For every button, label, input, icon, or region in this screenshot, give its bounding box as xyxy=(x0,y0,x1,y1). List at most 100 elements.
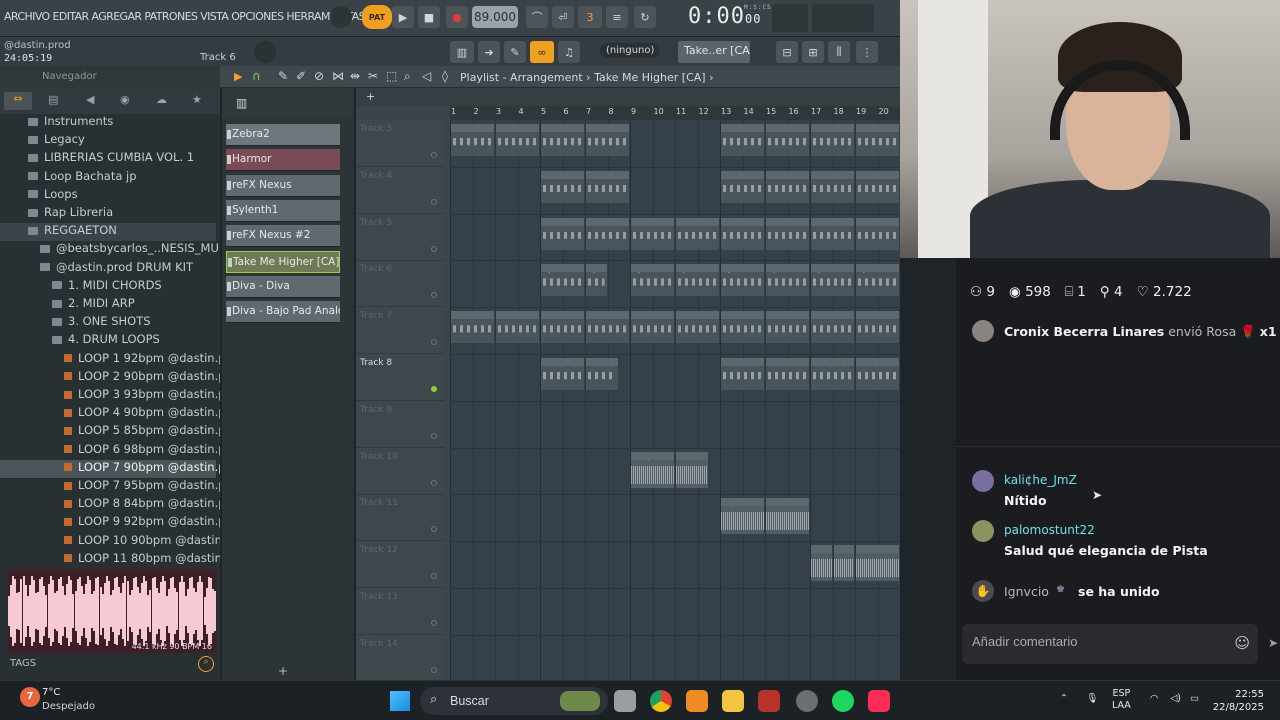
pat-song-toggle[interactable]: PAT xyxy=(362,5,392,29)
slip-icon[interactable]: ⇹ xyxy=(350,69,360,83)
pattern-clip[interactable]: T..[CA] xyxy=(586,358,618,390)
pattern-clip[interactable]: re..us xyxy=(586,217,629,250)
pattern-clip[interactable]: reF...xus xyxy=(811,217,854,250)
tray-chevron-icon[interactable]: ⌃ xyxy=(1060,693,1068,705)
pattern-selector[interactable]: Take..er [CA] xyxy=(678,41,750,63)
add-channel-button[interactable]: + xyxy=(278,664,288,678)
pattern-clip[interactable]: Zebra2 xyxy=(811,124,854,156)
browser-file[interactable]: LOOP 7 95bpm @dastin.prod xyxy=(0,478,220,496)
pattern-clip[interactable]: reF...s #2 xyxy=(766,311,809,344)
playlist-menu-icon[interactable]: ▶ xyxy=(234,70,242,83)
browser-folder[interactable]: LIBRERIAS CUMBIA VOL. 1 xyxy=(0,150,216,168)
track-header[interactable]: Track 5 xyxy=(356,214,444,261)
channel-rack-icon[interactable]: ▥ xyxy=(236,96,247,110)
comment-input[interactable] xyxy=(972,634,1212,649)
file-manager-icon[interactable] xyxy=(614,690,636,712)
send-icon[interactable]: ➤ xyxy=(1268,636,1278,650)
track-header[interactable]: Track 14 xyxy=(356,635,444,682)
pattern-clip[interactable]: Sylenth1 xyxy=(721,264,764,297)
emoji-icon[interactable]: ☺ xyxy=(1234,634,1250,652)
tiktok-icon[interactable] xyxy=(868,690,890,712)
arrow-icon[interactable]: ➜ xyxy=(478,41,500,63)
pattern-clip[interactable]: reF...s #2 xyxy=(721,311,764,344)
pattern-clip[interactable]: reF...s #2 xyxy=(676,311,719,344)
channel-button[interactable]: Diva - Bajo Pad Analogo xyxy=(226,301,340,324)
weather-temp[interactable]: 7°C xyxy=(42,687,60,698)
language-indicator[interactable]: ESP LAA xyxy=(1112,688,1131,712)
spotify-icon[interactable] xyxy=(832,690,854,712)
pattern-clip[interactable]: Sylenth1 xyxy=(811,264,854,297)
main-volume-knob[interactable] xyxy=(254,41,276,63)
track-mute-led[interactable] xyxy=(431,386,437,392)
pattern-clip[interactable]: Tak..[CA] xyxy=(811,358,854,390)
browser-folder[interactable]: @beatsbycarlos_..NESIS_MULTI KEY xyxy=(0,241,220,259)
pattern-clip[interactable]: reF...xus xyxy=(676,217,719,250)
browser-file[interactable]: LOOP 4 90bpm @dastin.prod xyxy=(0,405,220,423)
track-header[interactable]: Track 11 xyxy=(356,494,444,542)
wait-icon[interactable]: ⏎ xyxy=(552,6,574,28)
plugin-icon[interactable]: ⋮ xyxy=(856,41,878,63)
pattern-clip[interactable]: Sylenth1 xyxy=(856,264,899,297)
browser-file[interactable]: LOOP 2 90bpm @dastin.prod xyxy=(0,369,220,387)
track-mute-led[interactable] xyxy=(431,620,437,626)
track-mute-led[interactable] xyxy=(431,339,437,346)
playlist-grid[interactable]: Zebra2 Zebra2 Zebra2 Ze..2 Zebra2 Zebra2 Zebra… xyxy=(450,120,900,682)
system-clock[interactable]: 22:55 22/8/2025 xyxy=(1208,688,1264,714)
timeline-ruler[interactable]: 1 2 3 4 5 6 7 8 9 10 11 12 13 14 15 16 17 18 19 20 xyxy=(450,106,900,120)
browser-file[interactable]: LOOP 6 98bpm @dastin.prod xyxy=(0,442,220,460)
pattern-clip[interactable]: re...s #2 xyxy=(496,311,539,344)
browser-folder[interactable]: Loops xyxy=(0,187,216,205)
track-mute-led[interactable] xyxy=(431,666,437,673)
search-icon[interactable]: ⌕ xyxy=(198,656,214,672)
weather-desc[interactable]: Despejado xyxy=(42,701,95,712)
pattern-clip[interactable]: Tak..[CA] xyxy=(541,358,584,390)
pattern-clip[interactable]: Ze..2 xyxy=(586,124,629,156)
fl-studio-icon[interactable] xyxy=(686,690,708,712)
browser-folder[interactable]: 4. DRUM LOOPS xyxy=(0,332,216,350)
taskbar-search[interactable]: ⌕ Buscar xyxy=(420,687,608,715)
pattern-clip[interactable]: Sylenth1 xyxy=(631,264,674,297)
track-mute-led[interactable] xyxy=(431,479,437,486)
browser-folder[interactable]: 2. MIDI ARP xyxy=(0,296,216,314)
channel-rack-icon[interactable]: ⊞ xyxy=(802,41,824,63)
select-icon[interactable]: ⬚ xyxy=(386,69,397,83)
channel-button[interactable]: reFX Nexus xyxy=(226,174,340,197)
pattern-clip[interactable]: reF...xus xyxy=(856,217,899,250)
browser-folder[interactable]: Rap Libreria xyxy=(0,205,216,223)
pattern-clip[interactable]: reF...xus xyxy=(631,217,674,250)
master-knob[interactable] xyxy=(330,6,352,28)
wifi-icon[interactable]: ◠ xyxy=(1150,693,1158,705)
link-icon[interactable]: ∞ xyxy=(530,41,554,63)
weather-icon[interactable]: 7 xyxy=(20,687,40,707)
comment-user[interactable]: palomostunt22 xyxy=(1004,523,1095,537)
pattern-clip[interactable]: Harmor xyxy=(541,170,584,203)
pattern-clip[interactable]: reF...s #2 xyxy=(631,311,674,344)
folder-icon[interactable] xyxy=(722,690,744,712)
track-mute-led[interactable] xyxy=(431,245,437,252)
files-tab-icon[interactable]: ▤ xyxy=(48,93,58,106)
snap-select[interactable]: (ninguno) xyxy=(600,43,661,58)
pattern-clip[interactable]: Zebra2 xyxy=(856,124,899,156)
browser-folder[interactable]: Loop Bachata jp xyxy=(0,169,216,187)
track-mute-led[interactable] xyxy=(431,432,437,439)
comment-avatar[interactable] xyxy=(972,520,994,542)
pattern-clip[interactable]: Zebra2 xyxy=(541,124,584,156)
slice-icon[interactable]: ✂ xyxy=(368,69,378,83)
add-track-icon[interactable]: + xyxy=(366,90,375,103)
browser-file[interactable]: LOOP 3 93bpm @dastin.prod xyxy=(0,387,220,405)
pattern-clip[interactable]: Tak..[CA] xyxy=(766,358,809,390)
track-mute-led[interactable] xyxy=(431,198,437,205)
brush-icon[interactable]: ✎ xyxy=(504,41,526,63)
channel-button[interactable]: Sylenth1 xyxy=(226,199,340,222)
mute-icon[interactable]: ⋈ xyxy=(332,69,344,83)
paint-icon[interactable]: ✐ xyxy=(296,69,306,83)
pattern-clip[interactable]: Zebra2 xyxy=(451,124,494,156)
pattern-clip[interactable]: Sylenth1 xyxy=(541,264,584,297)
delete-icon[interactable]: ⊘ xyxy=(314,69,324,83)
track-mute-led[interactable] xyxy=(431,573,437,580)
playback-icon[interactable]: ◁ xyxy=(422,69,431,83)
all-tab-icon[interactable]: ⇔ xyxy=(4,92,32,110)
browser-file[interactable]: LOOP 9 92bpm @dastin.prod xyxy=(0,514,220,532)
countdown-icon[interactable]: 3 xyxy=(578,6,602,28)
track-header[interactable]: Track 8 xyxy=(356,354,444,401)
